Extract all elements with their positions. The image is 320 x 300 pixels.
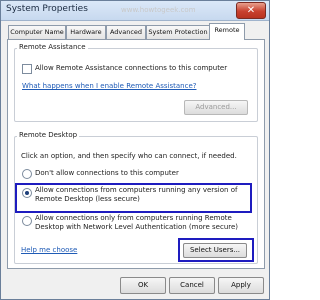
select-users-button[interactable]: Select Users... [183,243,247,258]
dont-allow-connections-label: Don't allow connections to this computer [35,169,179,177]
tab-advanced[interactable]: Advanced [106,25,146,39]
allow-any-version-radio[interactable] [22,188,32,198]
dont-allow-connections-radio[interactable] [22,169,32,179]
remote-assistance-help-link[interactable]: What happens when I enable Remote Assist… [22,82,196,90]
close-icon[interactable]: ✕ [236,2,266,19]
allow-nla-only-label: Allow connections only from computers ru… [35,214,239,231]
remote-desktop-heading: Remote Desktop [17,131,80,139]
apply-button[interactable]: Apply [218,277,264,294]
allow-remote-assistance-label: Allow Remote Assistance connections to t… [35,64,228,72]
tab-remote[interactable]: Remote [209,23,245,40]
tab-hardware[interactable]: Hardware [66,25,106,39]
remote-desktop-instruction: Click an option, and then specify who ca… [21,152,237,160]
allow-nla-only-radio[interactable] [22,216,32,226]
remote-tab-panel: Remote Assistance Allow Remote Assistanc… [7,39,265,269]
tab-computer-name[interactable]: Computer Name [8,25,66,39]
advanced-button[interactable]: Advanced... [184,100,248,115]
allow-remote-assistance-checkbox[interactable] [22,64,32,74]
system-properties-window: System Properties www.howtogeek.com ✕ Co… [0,0,270,300]
title-bar: System Properties www.howtogeek.com ✕ [1,1,269,21]
window-title: System Properties [6,4,88,14]
watermark-text: www.howtogeek.com [121,6,196,14]
ok-button[interactable]: OK [120,277,166,294]
tab-system-protection[interactable]: System Protection [146,25,210,39]
allow-any-version-label: Allow connections from computers running… [35,186,238,203]
help-me-choose-link[interactable]: Help me choose [21,246,77,254]
cancel-button[interactable]: Cancel [169,277,215,294]
remote-assistance-heading: Remote Assistance [17,43,88,51]
